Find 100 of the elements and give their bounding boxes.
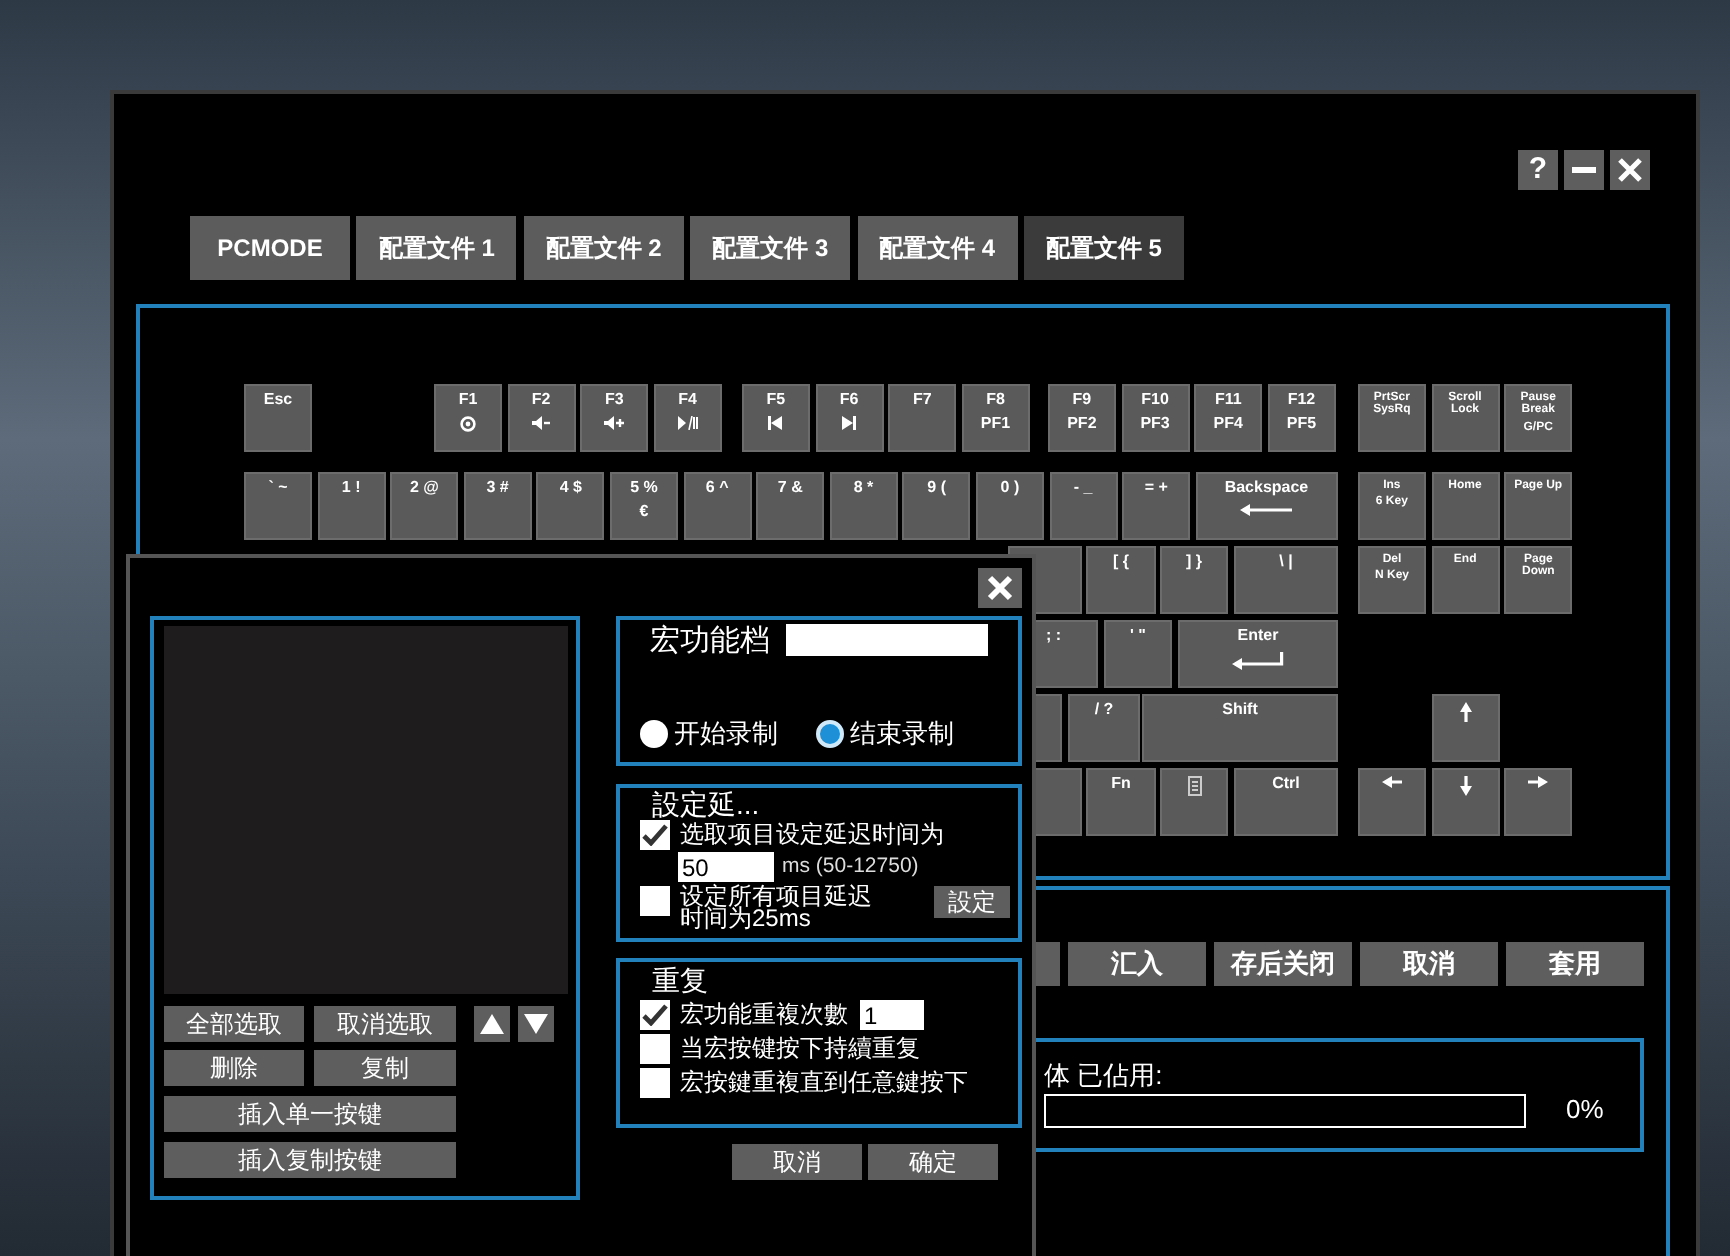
field-label: 宏功能档	[650, 624, 770, 660]
option-label: 宏功能重複次數	[680, 1000, 848, 1028]
arrow-down-icon	[1459, 776, 1472, 796]
keyboard-key[interactable]: Enter	[1178, 620, 1338, 688]
memory-reading: 0%	[1566, 1092, 1604, 1128]
play-pause-icon	[677, 416, 698, 431]
arrow-left-icon	[1240, 504, 1293, 517]
action-button[interactable]: 套用	[1506, 942, 1644, 986]
keyboard-key[interactable]: Shift	[1142, 694, 1338, 762]
help-button[interactable]: ?	[1518, 150, 1558, 190]
keyboard-key[interactable]: F8 PF1	[961, 384, 1030, 452]
speaker-icon	[532, 416, 551, 431]
dialog-button[interactable]: 确定	[868, 1144, 998, 1180]
keyboard-key[interactable]: ] }	[1160, 546, 1228, 614]
keyboard-key[interactable]: Ctrl	[1234, 768, 1338, 836]
dialog-button[interactable]: 取消	[732, 1144, 862, 1180]
insert-button[interactable]: 插入复制按键	[164, 1142, 456, 1178]
close-button[interactable]	[978, 568, 1022, 608]
keyboard-key[interactable]: 6 ^	[683, 472, 752, 540]
set-button[interactable]: 設定	[934, 885, 1010, 918]
keyboard-key[interactable]: 7 &	[756, 472, 825, 540]
checkbox[interactable]	[640, 885, 670, 916]
profile-tab[interactable]: 配置文件 5	[1023, 216, 1184, 280]
skip-back-icon	[768, 416, 783, 431]
keyboard-key[interactable]: F1	[434, 384, 502, 452]
keyboard-key[interactable]: ` ~	[244, 472, 312, 540]
deselect-button[interactable]: 取消选取	[314, 1006, 456, 1042]
keyboard-key[interactable]: = +	[1122, 472, 1191, 540]
minimize-button[interactable]	[1564, 150, 1604, 190]
option-label: 设定所有项目延迟时间为25ms	[680, 885, 874, 930]
keyboard-key[interactable]: - _	[1049, 472, 1118, 540]
keyboard-key[interactable]: Backspace	[1195, 472, 1338, 540]
skip-forward-icon	[842, 416, 857, 431]
option-label: 选取项目设定延迟时间为	[680, 820, 944, 848]
checkbox[interactable]	[640, 1068, 670, 1098]
group-title: 重复	[652, 966, 710, 996]
checkbox[interactable]	[640, 1000, 670, 1030]
option-label: 当宏按键按下持續重复	[680, 1034, 920, 1062]
keyboard-key[interactable]: 5 % €	[609, 472, 678, 540]
keyboard-key[interactable]	[1431, 768, 1500, 836]
keyboard-key[interactable]: 0 )	[975, 472, 1044, 540]
copy-button[interactable]: 复制	[314, 1050, 456, 1086]
radio-label: 结束录制	[850, 716, 954, 752]
keyboard-key[interactable]	[1431, 694, 1500, 762]
profile-tab[interactable]: 配置文件 1	[356, 216, 517, 280]
keyboard-key[interactable]	[1358, 768, 1426, 836]
triangle-up-icon	[480, 1014, 504, 1034]
close-button[interactable]	[1610, 150, 1650, 190]
profile-tab[interactable]: 配置文件 3	[690, 216, 851, 280]
input-field[interactable]: 1	[860, 1000, 924, 1030]
keyboard-key[interactable]: F7	[888, 384, 957, 452]
minimize-icon	[1572, 166, 1596, 174]
keyboard-key[interactable]: Esc	[244, 384, 312, 452]
close-icon	[986, 574, 1014, 602]
delete-button[interactable]: 删除	[164, 1050, 304, 1086]
insert-button[interactable]: 插入单一按键	[164, 1096, 456, 1132]
keyboard-key[interactable]: \ |	[1234, 546, 1338, 614]
unit-label: ms (50-12750)	[782, 852, 919, 882]
input-field[interactable]	[786, 624, 988, 656]
arrow-left-icon	[1382, 776, 1402, 788]
action-button[interactable]: 存后关闭	[1214, 942, 1352, 986]
keyboard-key[interactable]: F2	[507, 384, 576, 452]
keyboard-key[interactable]: [ {	[1086, 546, 1156, 614]
keyboard-key[interactable]: 9 (	[902, 472, 971, 540]
option-label: 宏按鍵重複直到任意鍵按下	[680, 1068, 968, 1096]
keyboard-key[interactable]: F9 PF2	[1047, 384, 1116, 452]
keyboard-key[interactable]: / ?	[1068, 694, 1140, 762]
action-button[interactable]: 取消	[1360, 942, 1498, 986]
profile-tab[interactable]: PCMODE	[190, 216, 350, 280]
keyboard-key[interactable]	[1504, 768, 1573, 836]
keyboard-key[interactable]: 4 $	[536, 472, 605, 540]
keyboard-key[interactable]: F3	[580, 384, 649, 452]
radio-button[interactable]	[640, 719, 668, 748]
keyboard-key[interactable]: F6	[815, 384, 884, 452]
keyboard-key[interactable]: 1 !	[317, 472, 386, 540]
keyboard-key[interactable]: F10 PF3	[1121, 384, 1190, 452]
keyboard-key[interactable]: 2 @	[390, 472, 459, 540]
checkbox[interactable]	[640, 820, 670, 850]
move-up-button[interactable]	[474, 1006, 510, 1042]
circle-icon	[460, 416, 476, 433]
menu-key-icon	[1187, 776, 1201, 796]
checkbox[interactable]	[640, 1034, 670, 1064]
keyboard-key[interactable]: 3 #	[463, 472, 532, 540]
keyboard-key[interactable]: Fn	[1086, 768, 1156, 836]
keyboard-key[interactable]: F11 PF4	[1194, 384, 1263, 452]
keyboard-key[interactable]	[1160, 768, 1228, 836]
keyboard-key[interactable]: 8 *	[829, 472, 898, 540]
input-field[interactable]: 50	[678, 852, 774, 883]
keyboard-key[interactable]: ' "	[1104, 620, 1172, 688]
arrow-right-icon	[1528, 776, 1549, 788]
close-icon	[1618, 158, 1642, 182]
keyboard-key[interactable]: F4	[653, 384, 722, 452]
select-all-button[interactable]: 全部选取	[164, 1006, 304, 1042]
action-button[interactable]: 汇入	[1068, 942, 1206, 986]
profile-tab[interactable]: 配置文件 2	[523, 216, 684, 280]
keyboard-key[interactable]: F5	[741, 384, 810, 452]
keyboard-key[interactable]: F12 PF5	[1267, 384, 1336, 452]
radio-button[interactable]	[816, 719, 844, 748]
move-down-button[interactable]	[518, 1006, 554, 1042]
profile-tab[interactable]: 配置文件 4	[857, 216, 1018, 280]
